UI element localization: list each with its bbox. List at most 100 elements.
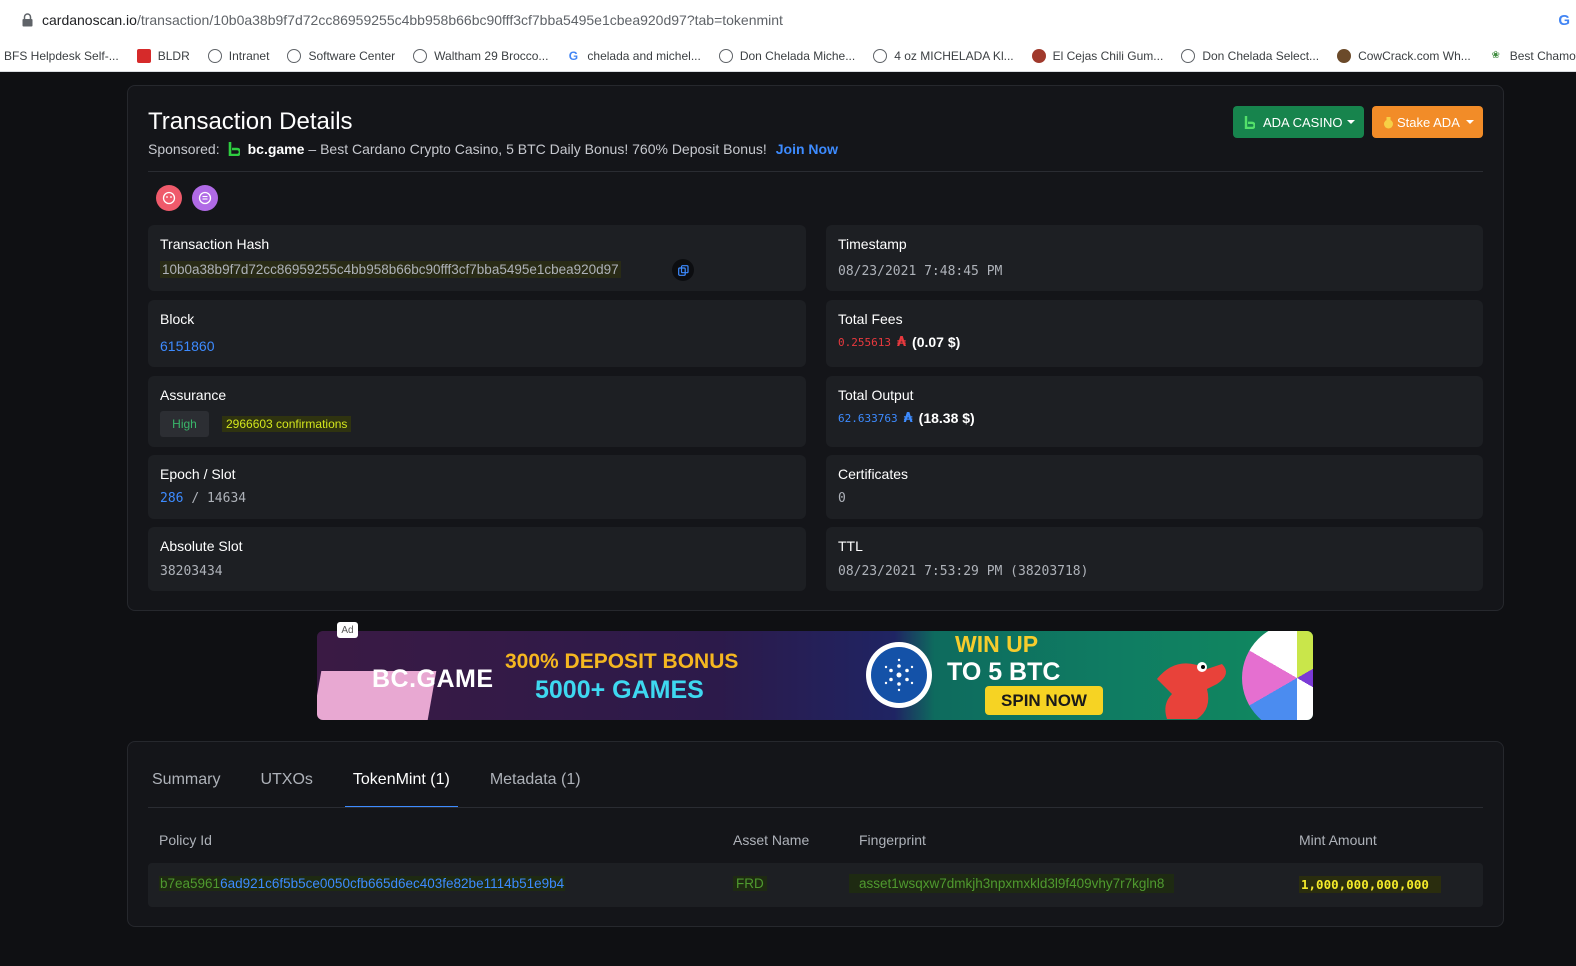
ad-win-amount: TO 5 BTC <box>947 658 1061 686</box>
page-title: Transaction Details <box>148 108 353 135</box>
column-header-policy-id: Policy Id <box>159 832 212 848</box>
globe-icon <box>718 48 733 63</box>
bookmark-item[interactable]: Waltham 29 Brocco... <box>413 48 548 63</box>
tab-utxos[interactable]: UTXOs <box>256 771 316 807</box>
bookmark-item[interactable]: Gchelada and michel... <box>566 48 701 63</box>
google-icon[interactable]: G <box>1558 12 1570 29</box>
bcgame-logo-icon <box>1243 115 1255 129</box>
bookmark-item[interactable]: BLDR <box>136 48 190 63</box>
policy-id-link[interactable]: b7ea59616ad921c6f5b5ce0050cfb665d6ec403f… <box>159 876 566 891</box>
asset-name-link[interactable]: FRD <box>733 876 767 891</box>
bookmark-item[interactable]: Software Center <box>287 48 395 63</box>
bookmark-item[interactable]: Don Chelada Miche... <box>718 48 855 63</box>
bookmark-item[interactable]: Don Chelada Select... <box>1181 48 1319 63</box>
globe-icon <box>287 48 302 63</box>
column-header-mint-amount: Mint Amount <box>1299 832 1377 848</box>
assurance-badge: High <box>160 411 209 437</box>
ad-banner[interactable]: BC.GAME 300% DEPOSIT BONUS 5000+ GAMES W… <box>317 631 1313 720</box>
globe-icon <box>1181 48 1196 63</box>
copy-icon[interactable] <box>672 259 694 281</box>
leaf-icon: ❀ <box>1491 50 1500 61</box>
total-output-field: Total Output 62.633763 ₳ (18.38 $) <box>826 376 1483 447</box>
fingerprint-link[interactable]: asset1wsqxw7dmkjh3npxmxkld3l9f409vhy7r7k… <box>849 874 1175 893</box>
sponsored-line: Sponsored: bc.game – Best Cardano Crypto… <box>148 141 838 157</box>
policy-id-part: b7ea5961 <box>160 876 221 891</box>
field-label: Absolute Slot <box>160 538 243 554</box>
google-icon: G <box>568 48 579 63</box>
bookmark-item[interactable]: 4 oz MICHELADA Kl... <box>873 48 1014 63</box>
url-text[interactable]: cardanoscan.io/transaction/10b0a38b9f7d7… <box>42 12 783 28</box>
epoch-slot-value: 286 / 14634 <box>160 491 246 506</box>
ad-win-line: WIN UP <box>955 631 1039 657</box>
bookmark-item[interactable]: Intranet <box>207 48 269 63</box>
block-link[interactable]: 6151860 <box>160 338 215 354</box>
slot-separator: / <box>191 491 200 506</box>
fees-usd: (0.07 $) <box>912 334 961 350</box>
ttl-field: TTL 08/23/2021 7:53:29 PM (38203718) <box>826 527 1483 591</box>
join-now-link[interactable]: Join Now <box>776 141 838 157</box>
table-row: b7ea59616ad921c6f5b5ce0050cfb665d6ec403f… <box>148 863 1483 907</box>
sponsor-text: – Best Cardano Crypto Casino, 5 BTC Dail… <box>308 141 767 157</box>
stake-ada-label: Stake ADA <box>1397 114 1460 130</box>
address-bar[interactable]: cardanoscan.io/transaction/10b0a38b9f7d7… <box>0 0 1576 40</box>
absolute-slot-value: 38203434 <box>160 564 223 579</box>
timestamp-field: Timestamp 08/23/2021 7:48:45 PM <box>826 225 1483 291</box>
output-usd: (18.38 $) <box>918 410 975 426</box>
total-fees-field: Total Fees 0.255613 ₳ (0.07 $) <box>826 300 1483 367</box>
globe-icon <box>873 48 888 63</box>
person-icon <box>413 48 428 63</box>
dinosaur-mascot-icon <box>1157 662 1226 719</box>
field-label: Certificates <box>838 466 909 482</box>
bookmark-item[interactable]: CowCrack.com Wh... <box>1337 48 1471 63</box>
transaction-details-card: Transaction Details Sponsored: bc.game –… <box>127 85 1504 611</box>
sponsor-brand[interactable]: bc.game <box>248 141 305 157</box>
ad-subheadline: 5000+ GAMES <box>535 676 704 704</box>
globe-icon <box>207 48 222 63</box>
metadata-icon[interactable] <box>192 185 218 211</box>
field-label: Block <box>160 311 195 327</box>
block-field: Block 6151860 <box>148 300 806 367</box>
field-label: TTL <box>838 538 863 554</box>
field-label: Total Output <box>838 387 914 403</box>
bookmarks-bar: BFS Helpdesk Self-... BLDR Intranet Soft… <box>0 40 1576 72</box>
chevron-down-icon <box>1347 120 1355 124</box>
fees-amount: 0.255613 <box>838 335 891 349</box>
sponsored-label: Sponsored: <box>148 141 220 157</box>
tab-metadata[interactable]: Metadata (1) <box>486 771 585 807</box>
confirmations-badge: 2966603 confirmations <box>222 416 352 432</box>
mint-amount-value: 1,000,000,000,000 <box>1299 876 1441 893</box>
field-label: Transaction Hash <box>160 236 270 252</box>
ada-casino-button[interactable]: ADA CASINO <box>1233 106 1364 138</box>
token-icon[interactable] <box>156 185 182 211</box>
ada-casino-label: ADA CASINO <box>1263 114 1343 130</box>
chevron-down-icon <box>1466 120 1474 124</box>
column-header-fingerprint: Fingerprint <box>859 832 926 848</box>
spin-now-button[interactable]: SPIN NOW <box>985 686 1103 715</box>
field-label: Timestamp <box>838 236 907 252</box>
field-label: Total Fees <box>838 311 903 327</box>
bldr-icon <box>136 48 151 63</box>
tab-summary[interactable]: Summary <box>148 771 224 807</box>
slot-value: 14634 <box>206 491 247 506</box>
site-icon <box>1337 48 1352 63</box>
timestamp-value: 08/23/2021 7:48:45 PM <box>838 264 1003 279</box>
policy-id-part: 6ad921c6f5b5ce0050cfb665d6ec403fe82be111… <box>220 876 565 891</box>
bookmark-item[interactable]: BFS Helpdesk Self-... <box>4 49 119 63</box>
absolute-slot-field: Absolute Slot 38203434 <box>148 527 806 591</box>
total-output-value: 62.633763 ₳ (18.38 $) <box>838 410 975 426</box>
epoch-slot-field: Epoch / Slot 286 / 14634 <box>148 455 806 519</box>
transaction-hash-value[interactable]: 10b0a38b9f7d72cc86959255c4bb958b66bc90ff… <box>160 261 621 278</box>
site-icon <box>1031 48 1046 63</box>
bookmark-item[interactable]: ❀Best Chamoy Sau <box>1489 49 1576 63</box>
divider <box>148 171 1483 172</box>
stake-ada-button[interactable]: Stake ADA <box>1372 106 1483 138</box>
tabs-divider <box>148 807 1483 808</box>
epoch-link[interactable]: 286 <box>160 491 183 506</box>
tab-tokenmint[interactable]: TokenMint (1) <box>344 771 458 808</box>
total-fees-value: 0.255613 ₳ (0.07 $) <box>838 334 960 350</box>
ada-icon: ₳ <box>896 334 907 350</box>
bookmark-item[interactable]: El Cejas Chili Gum... <box>1031 48 1163 63</box>
tab-bar: Summary UTXOs TokenMint (1) Metadata (1) <box>148 771 617 808</box>
ttl-value: 08/23/2021 7:53:29 PM (38203718) <box>838 564 1089 579</box>
prize-wheel-icon <box>1242 631 1313 720</box>
